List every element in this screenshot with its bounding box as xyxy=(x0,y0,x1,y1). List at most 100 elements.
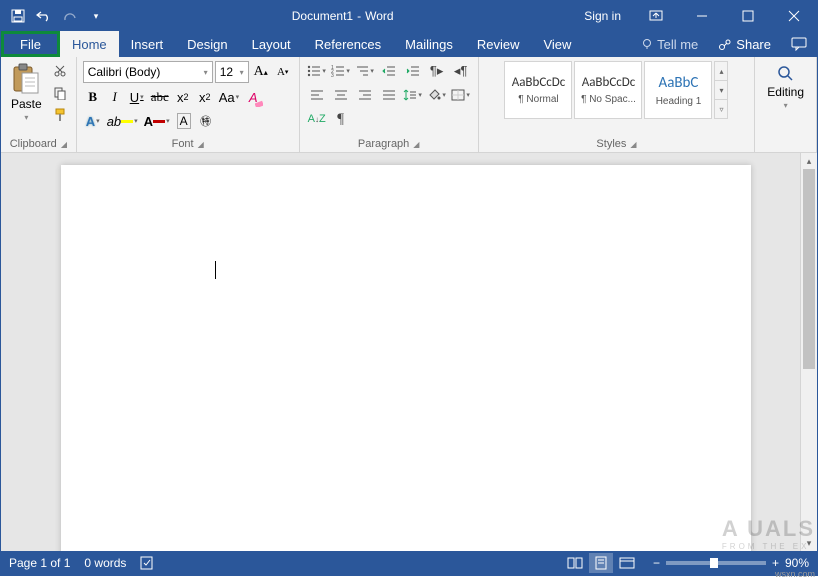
style-normal[interactable]: AaBbCcDc ¶ Normal xyxy=(504,61,572,119)
italic-button[interactable]: I xyxy=(105,87,125,107)
comments-button[interactable] xyxy=(781,37,817,51)
line-spacing-button[interactable]: ▾ xyxy=(402,85,424,105)
paste-label: Paste xyxy=(11,97,42,111)
zoom-level[interactable]: 90% xyxy=(785,556,809,570)
proofing-status[interactable] xyxy=(140,556,156,570)
zoom-in-button[interactable]: + xyxy=(772,556,779,570)
text-effects-button[interactable]: A▾ xyxy=(83,111,103,131)
align-right-button[interactable] xyxy=(354,85,376,105)
paragraph-label: Paragraph xyxy=(358,138,409,150)
shrink-font-button[interactable]: A▾ xyxy=(273,62,293,82)
underline-button[interactable]: U▾ xyxy=(127,87,147,107)
show-hide-button[interactable]: ¶ xyxy=(330,109,352,129)
font-dialog-launcher[interactable]: ◢ xyxy=(198,140,204,149)
increase-indent-button[interactable] xyxy=(402,61,424,81)
redo-icon[interactable] xyxy=(61,7,79,25)
qat-customize-icon[interactable]: ▾ xyxy=(87,7,105,25)
ltr-button[interactable]: ¶▸ xyxy=(426,61,448,81)
zoom-slider[interactable] xyxy=(666,561,766,565)
enclose-characters-button[interactable]: ㊕ xyxy=(196,111,216,131)
share-label: Share xyxy=(736,37,771,52)
vertical-scrollbar[interactable]: ▴ ▾ xyxy=(800,153,817,551)
minimize-button[interactable] xyxy=(679,1,725,31)
undo-icon[interactable] xyxy=(35,7,53,25)
share-icon xyxy=(718,38,732,50)
multilevel-list-button[interactable]: ▾ xyxy=(354,61,376,81)
clear-formatting-button[interactable]: A xyxy=(243,87,263,107)
style-name: ¶ Normal xyxy=(518,94,558,105)
tab-design[interactable]: Design xyxy=(175,31,239,57)
tab-file[interactable]: File xyxy=(1,31,60,57)
grow-font-button[interactable]: A▴ xyxy=(251,62,271,82)
font-name-combo[interactable]: Calibri (Body)▾ xyxy=(83,61,213,83)
share-button[interactable]: Share xyxy=(708,37,781,52)
tell-me-search[interactable]: Tell me xyxy=(631,37,708,52)
font-color-button[interactable]: A▾ xyxy=(142,111,172,131)
save-icon[interactable] xyxy=(9,7,27,25)
numbering-icon: 123 xyxy=(331,65,345,77)
scroll-up-icon[interactable]: ▴ xyxy=(715,62,727,81)
sign-in-button[interactable]: Sign in xyxy=(572,9,633,23)
editing-label: Editing xyxy=(767,85,804,99)
copy-button[interactable] xyxy=(50,83,70,103)
editing-button[interactable]: Editing ▾ xyxy=(761,61,810,114)
superscript-button[interactable]: x2 xyxy=(195,87,215,107)
character-shading-button[interactable]: A xyxy=(174,111,194,131)
styles-dialog-launcher[interactable]: ◢ xyxy=(630,140,636,149)
bullets-button[interactable]: ▾ xyxy=(306,61,328,81)
tab-insert[interactable]: Insert xyxy=(119,31,176,57)
close-button[interactable] xyxy=(771,1,817,31)
styles-gallery-scroll[interactable]: ▴ ▾ ▿ xyxy=(714,61,728,119)
shading-button[interactable]: ▾ xyxy=(426,85,448,105)
subscript-button[interactable]: x2 xyxy=(173,87,193,107)
justify-button[interactable] xyxy=(378,85,400,105)
style-heading-1[interactable]: AaBbC Heading 1 xyxy=(644,61,712,119)
document-area: ▴ ▾ xyxy=(1,153,817,551)
decrease-indent-button[interactable] xyxy=(378,61,400,81)
tab-view[interactable]: View xyxy=(531,31,583,57)
cut-button[interactable] xyxy=(50,61,70,81)
align-center-button[interactable] xyxy=(330,85,352,105)
read-mode-button[interactable] xyxy=(563,553,587,573)
group-font: Calibri (Body)▾ 12▾ A▴ A▾ B I U▾ abc x2 … xyxy=(77,57,300,152)
print-layout-button[interactable] xyxy=(589,553,613,573)
tab-layout[interactable]: Layout xyxy=(240,31,303,57)
strikethrough-button[interactable]: abc xyxy=(149,87,171,107)
change-case-button[interactable]: Aa▾ xyxy=(217,87,241,107)
proofing-icon xyxy=(140,556,156,570)
paste-button[interactable]: Paste ▾ xyxy=(7,61,46,125)
styles-label: Styles xyxy=(596,138,626,150)
style-no-spacing[interactable]: AaBbCcDc ¶ No Spac... xyxy=(574,61,642,119)
page-number-status[interactable]: Page 1 of 1 xyxy=(9,556,70,570)
watermark-tag: FROM THE EX xyxy=(722,542,815,551)
web-layout-icon xyxy=(619,557,635,569)
zoom-out-button[interactable]: − xyxy=(653,556,660,570)
web-layout-button[interactable] xyxy=(615,553,639,573)
paragraph-dialog-launcher[interactable]: ◢ xyxy=(413,140,419,149)
tab-review[interactable]: Review xyxy=(465,31,532,57)
ribbon-display-options-icon[interactable] xyxy=(633,1,679,31)
scroll-up-arrow[interactable]: ▴ xyxy=(801,153,817,169)
bold-button[interactable]: B xyxy=(83,87,103,107)
rtl-button[interactable]: ◂¶ xyxy=(450,61,472,81)
group-styles: AaBbCcDc ¶ Normal AaBbCcDc ¶ No Spac... … xyxy=(479,57,756,152)
maximize-button[interactable] xyxy=(725,1,771,31)
tab-mailings[interactable]: Mailings xyxy=(393,31,465,57)
tab-references[interactable]: References xyxy=(303,31,393,57)
format-painter-button[interactable] xyxy=(50,105,70,125)
numbering-button[interactable]: 123▾ xyxy=(330,61,352,81)
document-page[interactable] xyxy=(61,165,751,551)
scroll-thumb[interactable] xyxy=(803,169,815,369)
clipboard-dialog-launcher[interactable]: ◢ xyxy=(61,140,67,149)
borders-button[interactable]: ▾ xyxy=(450,85,472,105)
sort-button[interactable]: A↓Z xyxy=(306,109,328,129)
scroll-down-icon[interactable]: ▾ xyxy=(715,81,727,100)
align-left-icon xyxy=(310,89,324,101)
align-left-button[interactable] xyxy=(306,85,328,105)
word-count-status[interactable]: 0 words xyxy=(84,556,126,570)
font-size-combo[interactable]: 12▾ xyxy=(215,61,249,83)
highlight-button[interactable]: ab▾ xyxy=(105,111,140,131)
tab-home[interactable]: Home xyxy=(60,31,119,57)
expand-gallery-icon[interactable]: ▿ xyxy=(715,100,727,118)
zoom-slider-thumb[interactable] xyxy=(710,558,718,568)
